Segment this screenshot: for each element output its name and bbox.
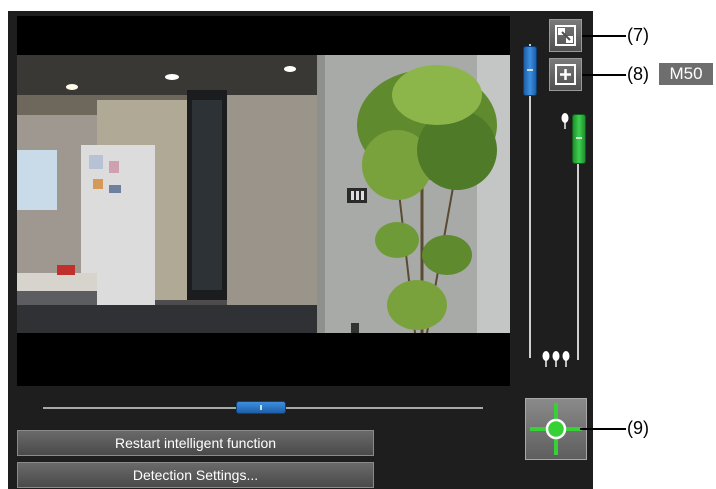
callout-line-9	[580, 428, 626, 430]
camera-video-feed[interactable]	[17, 55, 510, 333]
detection-settings-button[interactable]: Detection Settings...	[17, 462, 374, 488]
zoom-in-icon	[555, 64, 576, 85]
restart-intelligent-function-button[interactable]: Restart intelligent function	[17, 430, 374, 456]
callout-line-7	[582, 35, 626, 37]
pan-slider-thumb[interactable]	[236, 401, 286, 414]
model-badge: M50	[659, 63, 713, 85]
full-view-icon	[555, 25, 576, 46]
full-view-button[interactable]	[549, 19, 582, 52]
far-focus-icon	[542, 351, 570, 367]
callout-label-8: (8)	[627, 64, 649, 84]
callout-label-9: (9)	[627, 418, 649, 438]
zoom-slider-thumb[interactable]	[523, 46, 537, 96]
focus-slider-track[interactable]	[577, 130, 579, 360]
zoom-in-button[interactable]	[549, 58, 582, 91]
callout-line-8	[582, 74, 626, 76]
center-target-button[interactable]	[525, 398, 587, 460]
callout-label-7: (7)	[627, 25, 649, 45]
center-target-icon	[530, 403, 582, 455]
near-focus-icon	[561, 113, 569, 129]
focus-slider-thumb[interactable]	[572, 114, 586, 164]
